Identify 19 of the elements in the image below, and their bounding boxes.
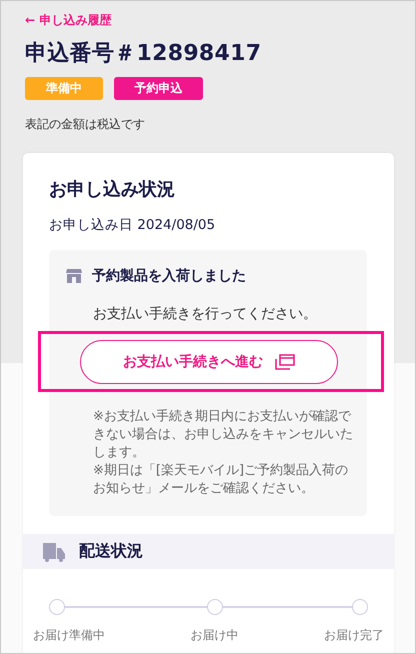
step-label: お届け中 [190,627,238,644]
store-icon [66,269,82,283]
delivery-title: 配送状況 [79,541,143,562]
card-title: お申し込み状況 [49,178,176,201]
step-label: お届け準備中 [33,627,105,644]
note-text: ※期日は「[楽天モバイル]ご予約製品入荷のお知らせ」メールをご確認ください。 [93,462,350,498]
back-link[interactable]: ← 申し込み履歴 [25,12,112,29]
status-tag: 予約申込 [114,77,203,100]
external-window-icon [275,354,295,370]
application-date: お申し込み日 2024/08/05 [49,216,216,234]
payment-button[interactable]: お支払い手続きへ進む [80,340,338,384]
step-label: お届け完了 [324,627,384,644]
status-tag: 準備中 [25,77,103,100]
notice-heading: 予約製品を入荷しました [92,267,246,285]
tax-note: 表記の金額は税込です [25,116,146,133]
page-title: 申込番号＃12898417 [25,40,262,68]
notice-text: お支払い手続きを行ってください。 [93,305,318,323]
note-text: ※お支払い手続き期日内にお支払いが確認できない場合は、お申し込みをキャンセルいたします。 [93,408,354,462]
truck-icon [43,542,65,562]
